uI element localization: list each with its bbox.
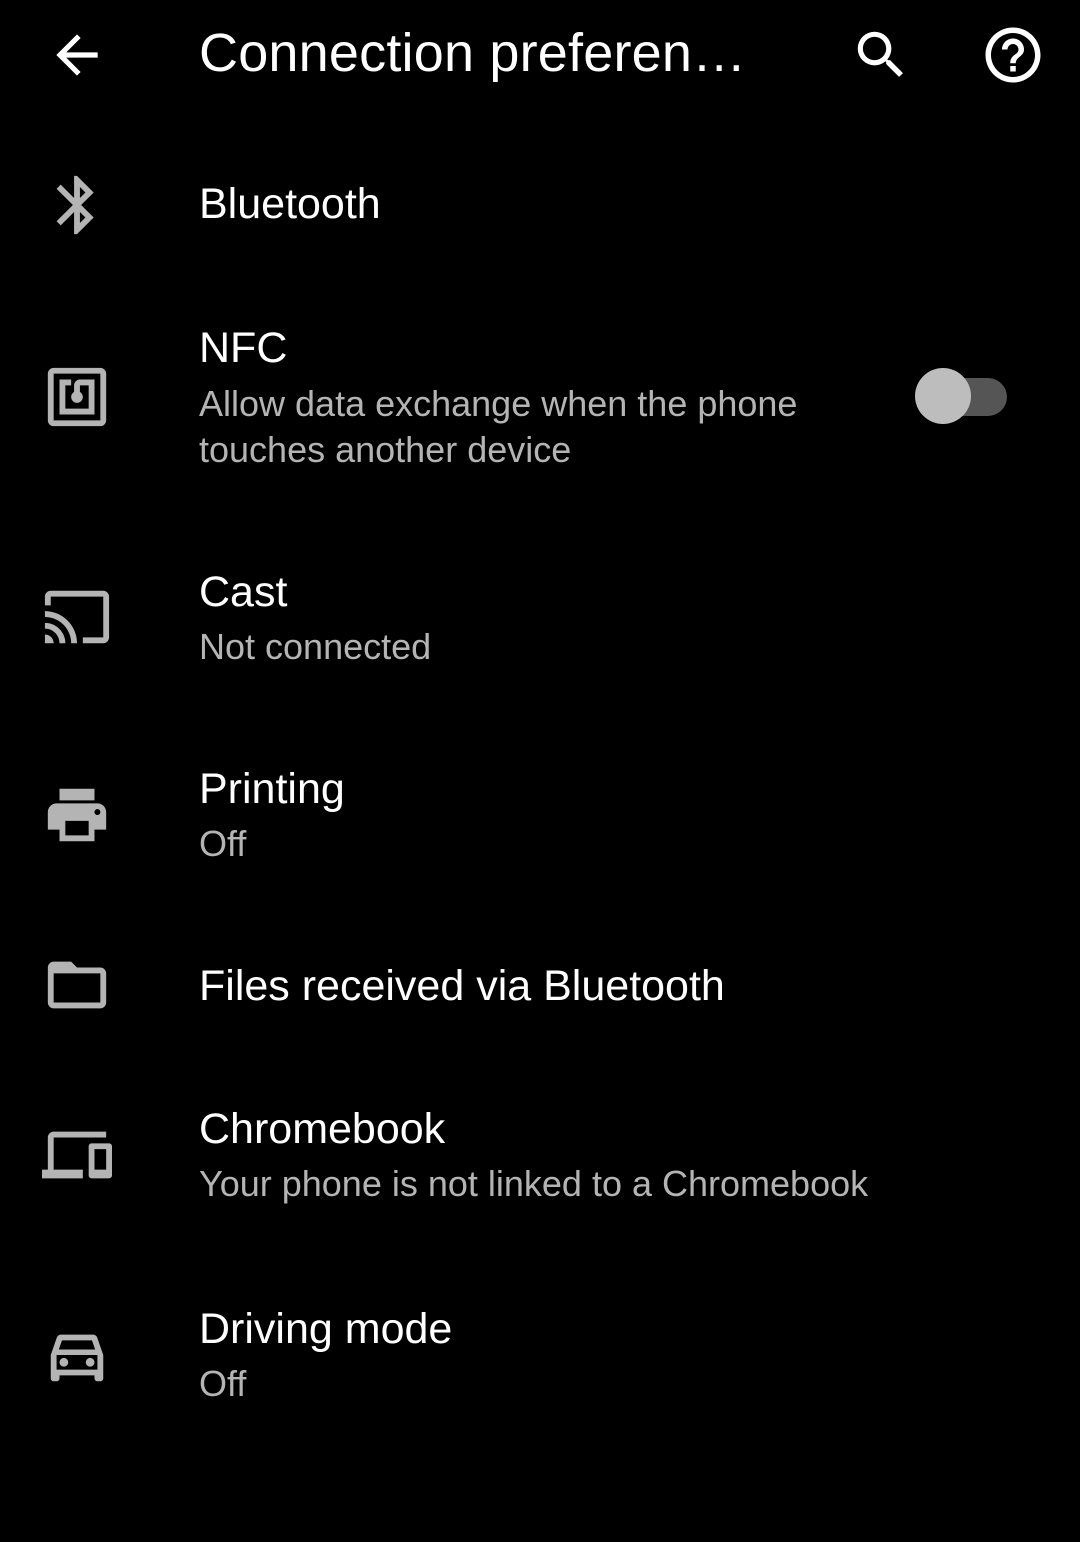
- item-subtitle: Off: [199, 823, 247, 864]
- settings-item-printing[interactable]: Printing Off: [0, 740, 1080, 900]
- item-subtitle: touches another device: [199, 429, 572, 470]
- item-subtitle: Off: [199, 1363, 247, 1404]
- item-subtitle: Your phone is not linked to a Chromebook: [199, 1163, 869, 1204]
- cast-icon: [42, 582, 112, 652]
- devices-icon: [42, 1120, 112, 1190]
- help-button[interactable]: [980, 22, 1046, 88]
- printer-icon: [42, 780, 112, 850]
- search-button[interactable]: [850, 24, 912, 86]
- settings-item-bluetooth[interactable]: Bluetooth: [0, 140, 1080, 270]
- car-icon: [42, 1320, 112, 1390]
- item-subtitle: Allow data exchange when the phone: [199, 383, 798, 424]
- settings-item-files-received[interactable]: Files received via Bluetooth: [0, 920, 1080, 1050]
- nfc-toggle[interactable]: [915, 368, 1010, 428]
- item-title: Cast: [199, 568, 288, 616]
- page-title: Connection preferen…: [199, 23, 747, 83]
- item-title: Driving mode: [199, 1305, 453, 1353]
- app-bar: Connection preferen…: [0, 0, 1080, 110]
- settings-item-cast[interactable]: Cast Not connected: [0, 540, 1080, 700]
- item-title: NFC: [199, 324, 288, 372]
- help-circle-icon: [985, 27, 1041, 83]
- settings-item-driving-mode[interactable]: Driving mode Off: [0, 1280, 1080, 1440]
- search-icon: [857, 31, 903, 77]
- folder-icon: [42, 950, 112, 1020]
- item-title: Printing: [199, 765, 345, 813]
- settings-item-chromebook[interactable]: Chromebook Your phone is not linked to a…: [0, 1080, 1080, 1240]
- item-title: Files received via Bluetooth: [199, 962, 725, 1010]
- arrow-back-icon: [56, 34, 98, 76]
- toggle-thumb: [915, 368, 971, 424]
- item-subtitle: Not connected: [199, 626, 432, 667]
- back-button[interactable]: [46, 24, 108, 86]
- bluetooth-icon: [42, 170, 112, 240]
- nfc-icon: [42, 362, 112, 432]
- item-title: Chromebook: [199, 1105, 446, 1153]
- item-title: Bluetooth: [199, 180, 381, 228]
